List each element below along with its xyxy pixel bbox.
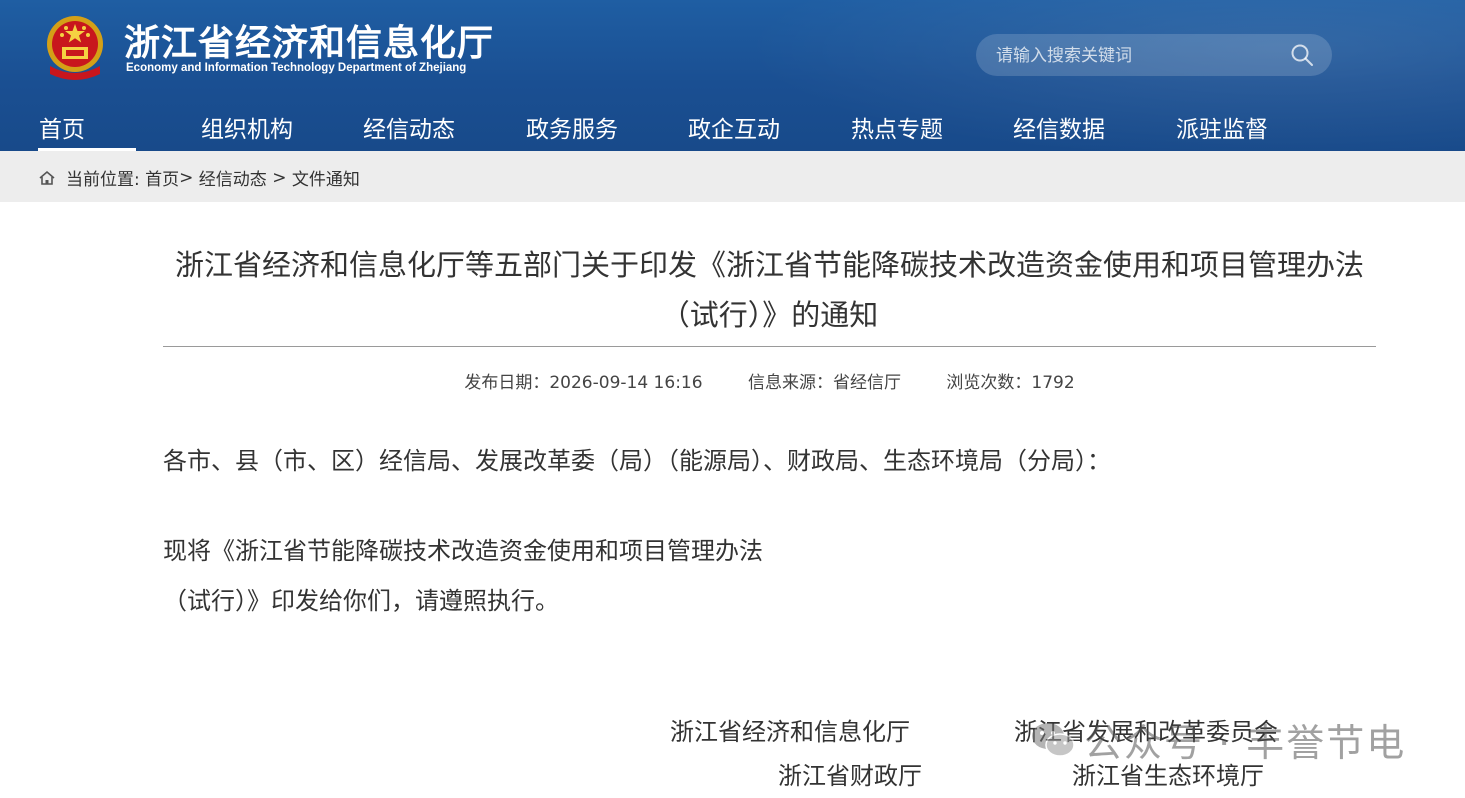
view-count: 浏览次数：1792 — [946, 373, 1075, 393]
breadcrumb-link-news[interactable]: 经信动态 — [199, 165, 267, 190]
breadcrumb-separator: > — [266, 167, 292, 188]
nav-item-services[interactable]: 政务服务 — [526, 110, 618, 144]
body-line: 现将《浙江省节能降碳技术改造资金使用和项目管理办法 — [163, 537, 763, 565]
search-icon[interactable] — [1290, 43, 1314, 67]
addressee-paragraph: 各市、县（市、区）经信局、发展改革委（局）（能源局）、财政局、生态环境局（分局）… — [163, 447, 1111, 475]
wechat-icon — [1032, 722, 1075, 757]
breadcrumb-link-home[interactable]: 首页 — [145, 165, 179, 190]
body-line: （试行）》印发给你们，请遵照执行。 — [163, 587, 559, 615]
nav-item-topics[interactable]: 热点专题 — [851, 110, 943, 144]
article-meta: 发布日期：2026-09-14 16:16 信息来源：省经信厅 浏览次数：179… — [163, 368, 1376, 393]
body-paragraph: 现将《浙江省节能降碳技术改造资金使用和项目管理办法 （试行）》印发给你们，请遵照… — [163, 526, 863, 626]
publish-date: 发布日期：2026-09-14 16:16 — [464, 373, 703, 393]
national-emblem-icon — [47, 16, 103, 80]
breadcrumb-separator: > — [179, 167, 194, 188]
home-icon — [39, 170, 55, 185]
nav-item-supervision[interactable]: 派驻监督 — [1176, 110, 1268, 144]
breadcrumb: 当前位置: 首页 > 经信动态 > 文件通知 — [38, 165, 360, 190]
signature-economy-dept: 浙江省经济和信息化厅 — [670, 718, 910, 746]
nav-item-organization[interactable]: 组织机构 — [201, 110, 293, 144]
info-source: 信息来源：省经信厅 — [747, 373, 901, 393]
title-divider — [163, 346, 1376, 347]
nav-item-data[interactable]: 经信数据 — [1013, 110, 1105, 144]
article-title: 浙江省经济和信息化厅等五部门关于印发《浙江省节能降碳技术改造资金使用和项目管理办… — [174, 248, 1364, 332]
nav-item-news[interactable]: 经信动态 — [363, 110, 455, 144]
search-box — [976, 34, 1332, 78]
breadcrumb-link-notices[interactable]: 文件通知 — [292, 165, 360, 190]
site-header: 浙江省经济和信息化厅 Economy and Information Techn… — [0, 0, 1465, 151]
breadcrumb-prefix: 当前位置: — [66, 170, 140, 190]
nav-item-home[interactable]: 首页 — [39, 110, 85, 144]
watermark-text: 公众号 · 丰誉节电 — [1084, 721, 1407, 765]
site-subtitle: Economy and Information Technology Depar… — [126, 62, 467, 74]
nav-item-interaction[interactable]: 政企互动 — [688, 110, 780, 144]
signature-finance-dept: 浙江省财政厅 — [778, 762, 922, 790]
main-nav: 首页 组织机构 经信动态 政务服务 政企互动 热点专题 经信数据 派驻监督 — [0, 106, 1465, 151]
site-title[interactable]: 浙江省经济和信息化厅 — [124, 14, 494, 66]
breadcrumb-bar: 当前位置: 首页 > 经信动态 > 文件通知 — [0, 151, 1465, 202]
wechat-watermark: 公众号 · 丰誉节电 — [1030, 712, 1406, 767]
search-input[interactable] — [994, 34, 1278, 78]
